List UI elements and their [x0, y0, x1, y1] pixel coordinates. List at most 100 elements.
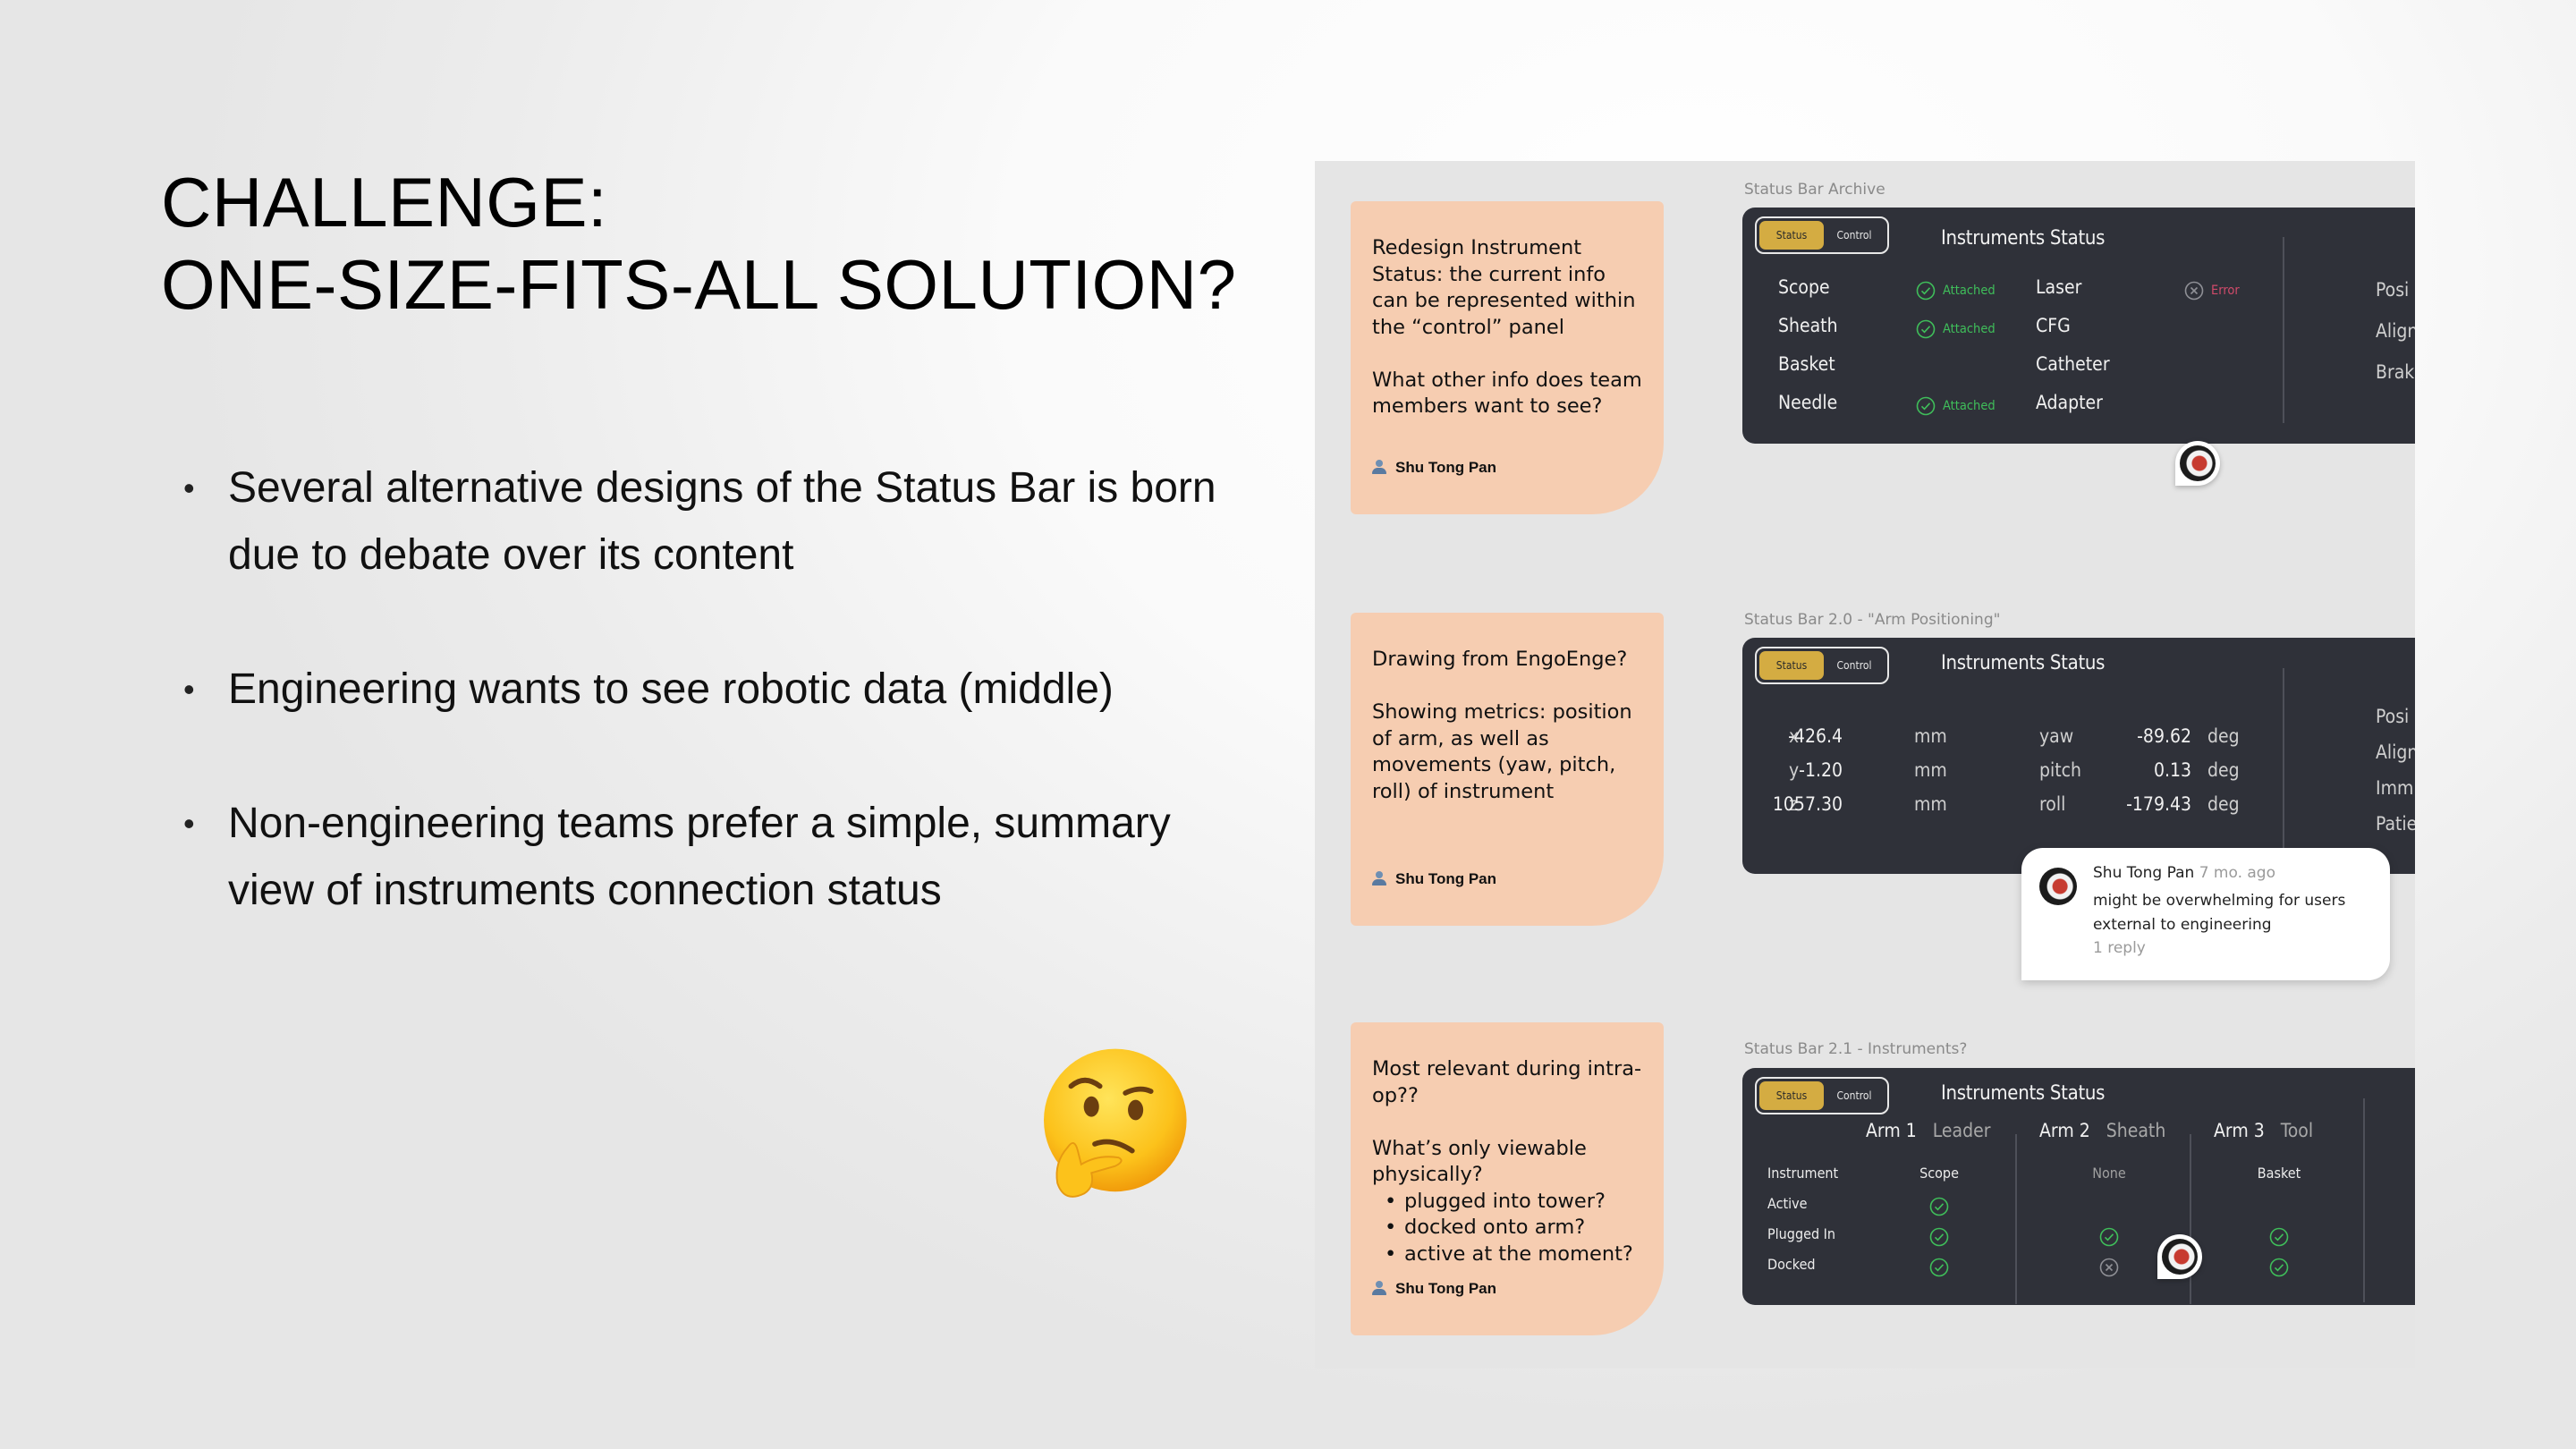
instrument-name: CFG — [2036, 315, 2071, 336]
comment-replies-link[interactable]: 1 reply — [2093, 939, 2146, 957]
comment-author: Shu Tong Pan — [2093, 864, 2195, 882]
side-label: Posi — [2376, 279, 2410, 301]
status-text: Attached — [1943, 322, 1996, 336]
user-icon — [1372, 871, 1386, 886]
avatar — [2039, 868, 2077, 905]
status-control-toggle[interactable]: Status Control — [1755, 647, 1889, 684]
instrument-name: Sheath — [1778, 315, 1838, 336]
comment-pin[interactable] — [2157, 1234, 2202, 1279]
arm-role: Leader — [1932, 1120, 1991, 1141]
status-text: Error — [2211, 284, 2240, 298]
status-control-toggle[interactable]: Status Control — [1755, 1077, 1889, 1114]
check-circle-icon — [2269, 1258, 2289, 1277]
comment-body: might be overwhelming for users external… — [2093, 892, 2346, 934]
check-circle-icon — [1929, 1258, 1949, 1277]
check-circle-icon — [1916, 319, 1936, 339]
arm-instrument: Scope — [1919, 1165, 1959, 1182]
arm-name: Arm 2 — [2039, 1120, 2090, 1141]
check-circle-icon — [2269, 1227, 2289, 1247]
status-control-toggle[interactable]: Status Control — [1755, 216, 1889, 254]
panel-title: Instruments Status — [1941, 227, 2106, 250]
unit-label: mm — [1914, 793, 1947, 815]
arm-role: Sheath — [2106, 1120, 2166, 1141]
side-label: Posi — [2376, 706, 2410, 727]
side-label: Patie — [2376, 813, 2415, 835]
sticky-note[interactable]: Redesign Instrument Status: the current … — [1351, 201, 1664, 514]
bullet-item: Engineering wants to see robotic data (m… — [183, 656, 1257, 723]
bullet-item: Several alternative designs of the Statu… — [183, 454, 1257, 589]
comment-bubble[interactable]: Shu Tong Pan 7 mo. ago might be overwhel… — [2021, 848, 2390, 980]
row-label: Docked — [1767, 1256, 1816, 1273]
status-attached: Attached — [1916, 319, 1996, 339]
tab-control[interactable]: Control — [1824, 1081, 1885, 1110]
frame-label-archive: Status Bar Archive — [1744, 181, 1885, 199]
author-name: Shu Tong Pan — [1395, 1279, 1497, 1297]
bullet-list: Several alternative designs of the Statu… — [183, 454, 1257, 991]
sticky-list: plugged into tower? docked onto arm? act… — [1372, 1189, 1642, 1268]
check-circle-icon — [2099, 1227, 2119, 1247]
divider — [2015, 1134, 2017, 1304]
frame-label-instruments: Status Bar 2.1 - Instruments? — [1744, 1040, 1968, 1058]
comment-time: 7 mo. ago — [2199, 864, 2276, 882]
tab-control[interactable]: Control — [1824, 651, 1885, 680]
sticky-text: Drawing from EngoEnge? Showing metrics: … — [1372, 648, 1632, 803]
status-attached: Attached — [1916, 396, 1996, 416]
arm-name: Arm 1 — [1866, 1120, 1917, 1141]
position-value: -426.4 — [1788, 725, 1843, 747]
sticky-author: Shu Tong Pan — [1372, 454, 1496, 481]
status-bar-arm-positioning[interactable]: Status Control Instruments Status x y z … — [1742, 638, 2415, 874]
instrument-name: Adapter — [2036, 392, 2103, 413]
sticky-list-item: docked onto arm? — [1385, 1215, 1642, 1241]
instrument-name: Laser — [2036, 276, 2082, 298]
rotation-value: -179.43 — [2126, 793, 2191, 815]
sticky-author: Shu Tong Pan — [1372, 866, 1496, 893]
instrument-name: Needle — [1778, 392, 1838, 413]
tab-control[interactable]: Control — [1824, 221, 1885, 250]
instrument-name: Catheter — [2036, 353, 2110, 375]
instrument-name: Scope — [1778, 276, 1830, 298]
position-value: 1057.30 — [1772, 793, 1843, 815]
sticky-note[interactable]: Most relevant during intra-op?? What’s o… — [1351, 1022, 1664, 1335]
row-label: Active — [1767, 1195, 1808, 1212]
side-label: Brak — [2376, 361, 2415, 383]
arm-instrument: Basket — [2257, 1165, 2301, 1182]
instrument-name: Basket — [1778, 353, 1835, 375]
axis-label: pitch — [2039, 759, 2082, 781]
arm-name: Arm 3 — [2214, 1120, 2265, 1141]
divider — [2283, 668, 2284, 874]
divider — [2363, 1098, 2365, 1302]
frame-label-arm-positioning: Status Bar 2.0 - "Arm Positioning" — [1744, 611, 2001, 629]
tab-status[interactable]: Status — [1759, 1081, 1824, 1110]
comment-pin[interactable] — [2175, 441, 2220, 486]
avatar — [2162, 1239, 2198, 1275]
status-bar-archive[interactable]: Status Control Instruments Status Scope … — [1742, 208, 2415, 444]
sticky-note[interactable]: Drawing from EngoEnge? Showing metrics: … — [1351, 613, 1664, 926]
status-bar-instruments[interactable]: Status Control Instruments Status Arm 1 L… — [1742, 1068, 2415, 1305]
rotation-value: 0.13 — [2153, 759, 2191, 781]
unit-label: deg — [2207, 725, 2240, 747]
unit-label: mm — [1914, 725, 1947, 747]
rotation-value: -89.62 — [2137, 725, 2191, 747]
unit-label: deg — [2207, 793, 2240, 815]
arm-header: Arm 2 Sheath — [2039, 1120, 2165, 1141]
design-canvas: Redesign Instrument Status: the current … — [1315, 161, 2415, 1368]
position-value: -1.20 — [1799, 759, 1843, 781]
sticky-text: Redesign Instrument Status: the current … — [1372, 236, 1642, 418]
user-icon — [1372, 460, 1386, 475]
arm-header: Arm 3 Tool — [2214, 1120, 2313, 1141]
author-name: Shu Tong Pan — [1395, 869, 1497, 887]
bullet-item: Non-engineering teams prefer a simple, s… — [183, 790, 1257, 924]
status-text: Attached — [1943, 284, 1996, 298]
side-label: Align — [2376, 741, 2415, 763]
side-label: Align — [2376, 320, 2415, 342]
axis-label: y — [1789, 759, 1800, 781]
arm-instrument: None — [2092, 1165, 2126, 1182]
sticky-list-item: plugged into tower? — [1385, 1189, 1642, 1216]
tab-status[interactable]: Status — [1759, 221, 1824, 250]
unit-label: deg — [2207, 759, 2240, 781]
axis-label: roll — [2039, 793, 2066, 815]
divider — [2190, 1134, 2191, 1304]
panel-title: Instruments Status — [1941, 652, 2106, 674]
row-label: Instrument — [1767, 1165, 1839, 1182]
tab-status[interactable]: Status — [1759, 651, 1824, 680]
